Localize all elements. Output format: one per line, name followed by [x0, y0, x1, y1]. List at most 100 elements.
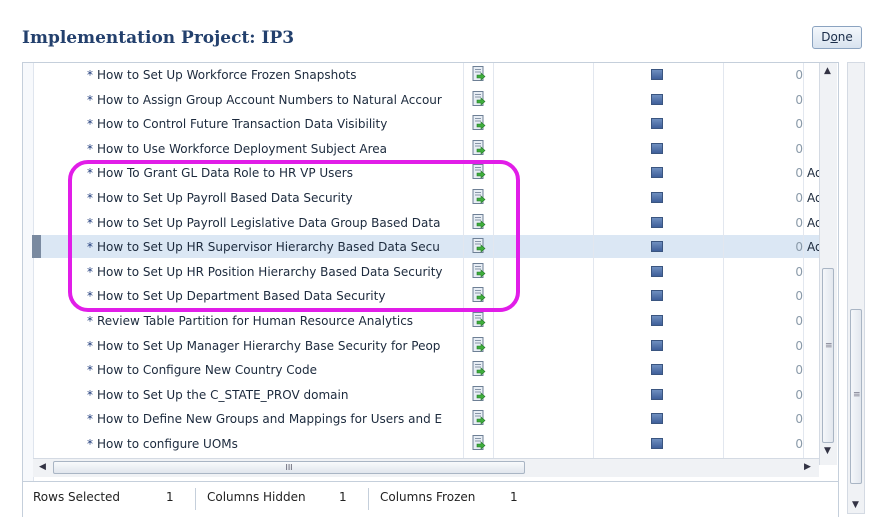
status-divider	[368, 488, 369, 510]
task-count: 0	[795, 68, 803, 82]
go-to-task-icon[interactable]	[472, 115, 486, 131]
column-divider	[593, 63, 594, 463]
table-row[interactable]: * How to Set Up the C_STATE_PROV domain 0	[33, 383, 823, 406]
status-square-icon	[651, 315, 663, 326]
implementation-project-panel: Implementation Project: IP3 Done * How to…	[0, 0, 869, 522]
column-divider	[803, 63, 804, 463]
grip-icon: ≡	[853, 390, 861, 400]
task-name[interactable]: How to Assign Group Account Numbers to N…	[97, 93, 467, 107]
required-star: *	[87, 387, 93, 402]
task-name[interactable]: How to Configure New Country Code	[97, 363, 467, 377]
go-to-task-icon[interactable]	[472, 410, 486, 426]
task-name[interactable]: How to Set Up Workforce Frozen Snapshots	[97, 68, 467, 82]
task-count: 0	[795, 338, 803, 353]
required-star: *	[87, 92, 93, 107]
columns-frozen-label: Columns Frozen	[380, 490, 476, 504]
task-name[interactable]: How to Use Workforce Deployment Subject …	[97, 142, 467, 156]
grip-icon: III	[285, 463, 293, 472]
columns-frozen-value: 1	[510, 490, 518, 504]
task-name[interactable]: Review Table Partition for Human Resourc…	[97, 314, 467, 328]
scroll-down-icon[interactable]: ▼	[852, 500, 859, 510]
table-row[interactable]: * How to Define New Groups and Mappings f…	[33, 407, 823, 430]
task-count: 0	[795, 387, 803, 402]
task-count: 0	[795, 412, 803, 427]
status-square-icon	[651, 241, 663, 253]
task-count: 0	[795, 191, 803, 205]
table-vertical-scrollbar[interactable]: ▲ ≡ ▼	[819, 63, 837, 465]
rows-selected-value: 1	[166, 490, 174, 504]
required-star: *	[87, 437, 93, 451]
status-square-icon	[651, 339, 663, 351]
table-vertical-scroll-thumb[interactable]: ≡	[822, 268, 834, 443]
status-square-icon	[651, 364, 663, 376]
status-square-icon	[651, 438, 663, 449]
table-row[interactable]: * How to Assign Group Account Numbers to …	[33, 88, 823, 111]
table-row[interactable]: * Review Table Partition for Human Resour…	[33, 309, 823, 332]
done-label-accesskey: o	[830, 30, 838, 44]
scroll-up-icon[interactable]: ▲	[824, 66, 831, 76]
status-square-icon	[651, 216, 663, 228]
task-count: 0	[795, 314, 803, 328]
go-to-task-icon[interactable]	[472, 361, 486, 377]
selected-row-marker	[32, 235, 41, 259]
task-name[interactable]: How to Set Up the C_STATE_PROV domain	[97, 388, 467, 402]
task-count: 0	[795, 264, 803, 279]
go-to-task-icon[interactable]	[472, 66, 486, 82]
column-divider	[723, 63, 724, 463]
table-horizontal-scrollbar[interactable]: ◀ III ▶	[33, 458, 819, 477]
go-to-task-icon[interactable]	[472, 385, 486, 402]
columns-hidden-label: Columns Hidden	[207, 490, 306, 504]
done-button[interactable]: Done	[812, 26, 862, 49]
scroll-left-icon[interactable]: ◀	[39, 462, 46, 472]
status-square-icon	[651, 413, 663, 425]
scroll-right-icon[interactable]: ▶	[804, 462, 811, 472]
done-label-suffix: ne	[837, 30, 853, 44]
rows-selected-label: Rows Selected	[33, 490, 121, 504]
required-star: *	[87, 363, 93, 378]
status-square-icon	[651, 69, 663, 80]
table-status-bar: Rows Selected 1 Columns Hidden 1 Columns…	[23, 481, 838, 518]
task-name[interactable]: How to Control Future Transaction Data V…	[97, 117, 467, 131]
status-square-icon	[651, 290, 663, 302]
grip-icon: ≡	[825, 341, 833, 351]
go-to-task-icon[interactable]	[472, 139, 486, 156]
task-count: 0	[795, 240, 803, 255]
task-name[interactable]: How to configure UOMs	[97, 437, 467, 451]
table-row[interactable]: * How to Use Workforce Deployment Subject…	[33, 137, 823, 160]
task-count: 0	[795, 363, 803, 378]
table-row[interactable]: * How to Control Future Transaction Data …	[33, 112, 823, 135]
table-row[interactable]: * How to Set Up Manager Hierarchy Base Se…	[33, 334, 823, 357]
go-to-task-icon[interactable]	[472, 435, 486, 451]
go-to-task-icon[interactable]	[472, 312, 486, 328]
columns-hidden-value: 1	[339, 490, 347, 504]
status-square-icon	[651, 142, 663, 154]
required-star: *	[87, 68, 93, 82]
go-to-task-icon[interactable]	[472, 336, 486, 353]
status-square-icon	[651, 167, 663, 179]
task-name[interactable]: How to Set Up Manager Hierarchy Base Sec…	[97, 339, 467, 353]
task-name[interactable]: How to Define New Groups and Mappings fo…	[97, 412, 467, 426]
page-title: Implementation Project: IP3	[22, 28, 295, 48]
table-row[interactable]: * How to Configure New Country Code 0	[33, 358, 823, 381]
task-count: 0	[795, 215, 803, 230]
page-vertical-scrollbar[interactable]: ≡ ▼	[847, 62, 865, 514]
task-count: 0	[795, 437, 803, 451]
status-square-icon	[651, 192, 663, 203]
go-to-task-icon[interactable]	[472, 90, 486, 107]
table-row[interactable]: * How to configure UOMs 0	[33, 432, 823, 455]
annotation-highlight	[68, 160, 520, 312]
required-star: *	[87, 338, 93, 353]
table-row[interactable]: * How to Set Up Workforce Frozen Snapshot…	[33, 63, 823, 86]
page-vertical-scroll-thumb[interactable]: ≡	[850, 309, 862, 484]
required-star: *	[87, 412, 93, 427]
scroll-down-icon[interactable]: ▼	[824, 446, 831, 456]
task-count: 0	[795, 117, 803, 132]
task-count: 0	[795, 289, 803, 304]
required-star: *	[87, 141, 93, 156]
status-divider	[195, 488, 196, 510]
task-count: 0	[795, 141, 803, 156]
table-horizontal-scroll-thumb[interactable]: III	[53, 461, 525, 474]
status-square-icon	[651, 265, 663, 277]
task-count: 0	[795, 92, 803, 107]
status-square-icon	[651, 388, 663, 400]
